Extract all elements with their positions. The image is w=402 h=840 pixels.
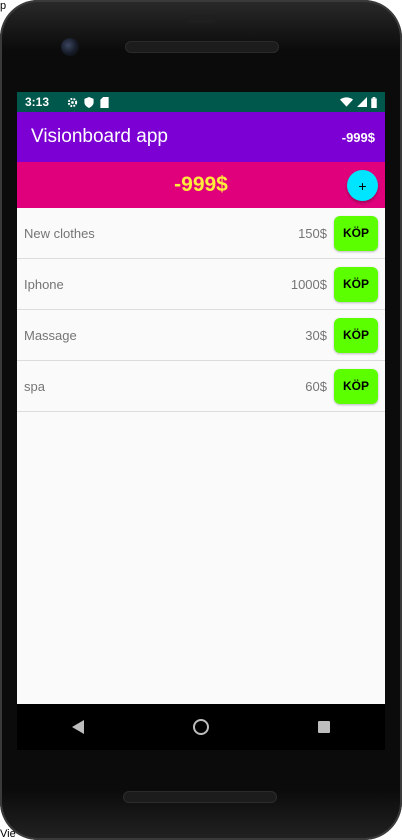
battery-icon	[371, 96, 377, 108]
app-title: Visionboard app	[31, 126, 168, 147]
status-time: 3:13	[25, 95, 50, 109]
home-icon[interactable]	[192, 719, 209, 735]
signal-icon	[357, 97, 367, 107]
list-item: Massage 30$ KÖP	[17, 310, 385, 361]
item-price: 1000$	[290, 276, 327, 292]
camera-icon	[61, 38, 79, 56]
list-item: spa 60$ KÖP	[17, 361, 385, 412]
screen: 3:13 Visionboard app -999$ -999$ + New c…	[17, 92, 385, 704]
edge-text-top: p	[0, 0, 7, 12]
item-price: 150$	[298, 225, 327, 241]
balance-banner: -999$ +	[17, 162, 385, 208]
recent-apps-icon[interactable]	[318, 721, 331, 733]
banner-balance: -999$	[174, 173, 228, 196]
wifi-icon	[340, 97, 353, 107]
nav-bar	[17, 704, 385, 750]
list-item: New clothes 150$ KÖP	[17, 208, 385, 259]
item-list: New clothes 150$ KÖP Iphone 1000$ KÖP Ma…	[17, 208, 385, 412]
buy-button[interactable]: KÖP	[334, 215, 378, 251]
item-price: 30$	[305, 327, 327, 343]
sdcard-icon	[100, 96, 109, 108]
earpiece-speaker	[125, 41, 279, 53]
app-bar-balance: -999$	[341, 129, 375, 145]
bottom-speaker	[123, 791, 277, 803]
shield-icon	[84, 96, 94, 108]
buy-button[interactable]: KÖP	[334, 317, 378, 353]
item-price: 60$	[305, 378, 327, 394]
item-name: New clothes	[24, 225, 95, 241]
list-item: Iphone 1000$ KÖP	[17, 259, 385, 310]
item-name: Massage	[24, 327, 77, 343]
item-name: Iphone	[24, 276, 64, 292]
item-name: spa	[24, 378, 45, 394]
buy-button[interactable]: KÖP	[334, 266, 378, 302]
buy-button[interactable]: KÖP	[334, 368, 378, 404]
gear-icon	[67, 97, 78, 107]
top-slot	[188, 15, 216, 23]
phone-frame: 3:13 Visionboard app -999$ -999$ + New c…	[0, 0, 402, 840]
app-bar: Visionboard app -999$	[17, 112, 385, 162]
status-bar: 3:13	[17, 92, 385, 112]
add-button[interactable]: +	[347, 170, 378, 201]
back-icon[interactable]	[71, 720, 84, 734]
